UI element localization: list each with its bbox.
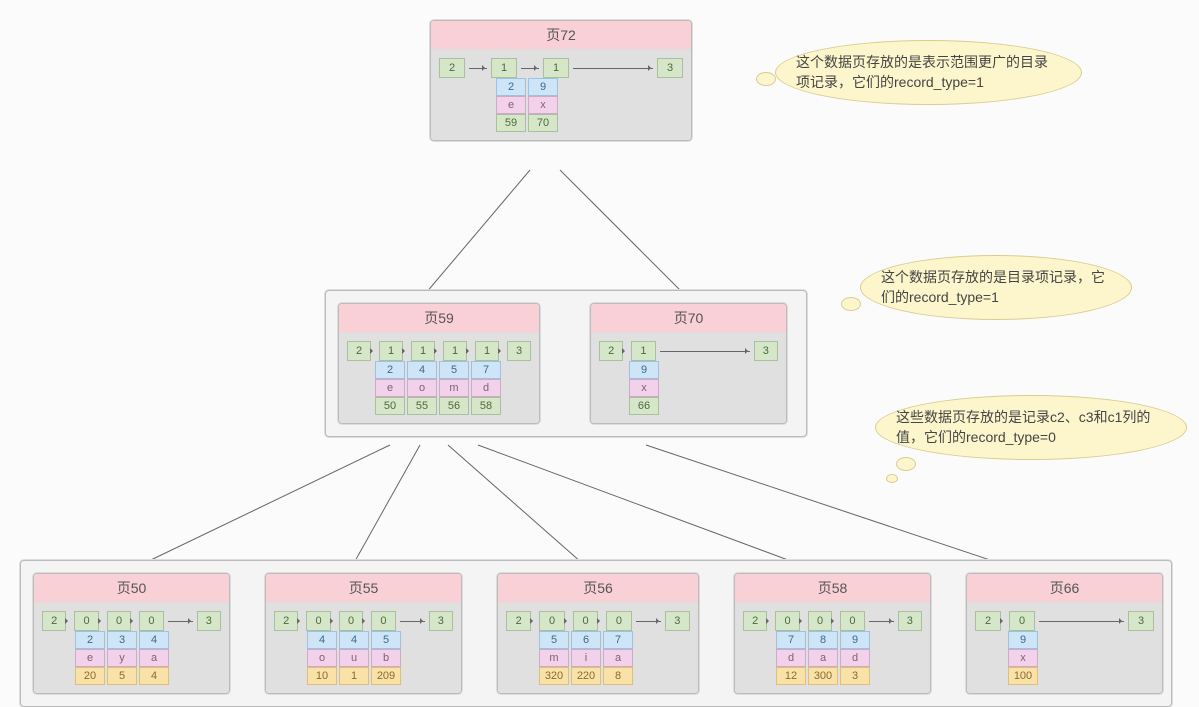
slot-cell: 2	[743, 611, 767, 631]
slot-cell: 1	[411, 341, 435, 361]
slot-cell: 0	[74, 611, 98, 631]
page-58: 页58 2 0 0 0 3 7d12 8a300 9d3	[734, 573, 931, 694]
slot-cell: 1	[631, 341, 655, 361]
slot-cell: 0	[840, 611, 864, 631]
slot-cell: 2	[599, 341, 623, 361]
page-title: 页50	[34, 574, 229, 603]
page-50: 页50 2 0 0 0 3 2e20 3y5 4a4	[33, 573, 230, 694]
slot-cell: 1	[491, 58, 517, 78]
slot-cell: 1	[443, 341, 467, 361]
record-col: 9 x 70	[528, 78, 558, 132]
slot-cell: 2	[506, 611, 531, 631]
slot-cell: 1	[379, 341, 403, 361]
slot-cell: 3	[507, 341, 531, 361]
page-59: 页59 2 1 1 1 1 3 2e50 4o55 5m56 7d58	[338, 303, 540, 424]
slot-cell: 0	[539, 611, 564, 631]
slot-cell: 0	[1009, 611, 1035, 631]
callout-root: 这个数据页存放的是表示范围更广的目录项记录，它们的record_type=1	[775, 40, 1082, 105]
slot-cell: 2	[347, 341, 371, 361]
page-72: 页72 2 1 1 3 2 e 59 9 x 70	[430, 20, 692, 141]
callout-mid: 这个数据页存放的是目录项记录，它们的record_type=1	[860, 255, 1132, 320]
record-col: 2 e 59	[496, 78, 526, 132]
slot-cell: 3	[898, 611, 922, 631]
slot-cell: 1	[475, 341, 499, 361]
page-56: 页56 2 0 0 0 3 5m320 6i220 7a8	[497, 573, 699, 694]
leaf-level-box: 页50 2 0 0 0 3 2e20 3y5 4a4 页55	[20, 560, 1172, 707]
slot-cell: 2	[975, 611, 1001, 631]
page-title: 页56	[498, 574, 698, 603]
callout-leaf: 这些数据页存放的是记录c2、c3和c1列的值，它们的record_type=0	[875, 395, 1187, 460]
slot-cell: 2	[42, 611, 66, 631]
slot-cell: 3	[1128, 611, 1154, 631]
slot-cell: 3	[197, 611, 221, 631]
slot-cell: 3	[429, 611, 453, 631]
slot-cell: 3	[754, 341, 778, 361]
slot-cell: 0	[371, 611, 395, 631]
page-title: 页66	[967, 574, 1162, 603]
page-70: 页70 2 1 3 9x66	[590, 303, 787, 424]
slot-cell: 0	[775, 611, 799, 631]
slot-cell: 2	[274, 611, 298, 631]
page-55: 页55 2 0 0 0 3 4o10 4u1 5b209	[265, 573, 462, 694]
mid-level-box: 页59 2 1 1 1 1 3 2e50 4o55 5m56 7d58	[325, 290, 807, 437]
slot-cell: 0	[339, 611, 363, 631]
page-66: 页66 2 0 3 9x100	[966, 573, 1163, 694]
slot-cell: 3	[665, 611, 690, 631]
slot-cell: 0	[306, 611, 330, 631]
page-title: 页72	[431, 21, 691, 50]
page-title: 页58	[735, 574, 930, 603]
slot-cell: 0	[139, 611, 163, 631]
slot-cell: 0	[808, 611, 832, 631]
page-title: 页59	[339, 304, 539, 333]
slot-cell: 1	[543, 58, 569, 78]
slot-cell: 2	[439, 58, 465, 78]
slot-cell: 0	[107, 611, 131, 631]
slot-cell: 0	[606, 611, 631, 631]
slot-cell: 3	[657, 58, 683, 78]
slot-cell: 0	[573, 611, 598, 631]
page-title: 页55	[266, 574, 461, 603]
page-title: 页70	[591, 304, 786, 333]
